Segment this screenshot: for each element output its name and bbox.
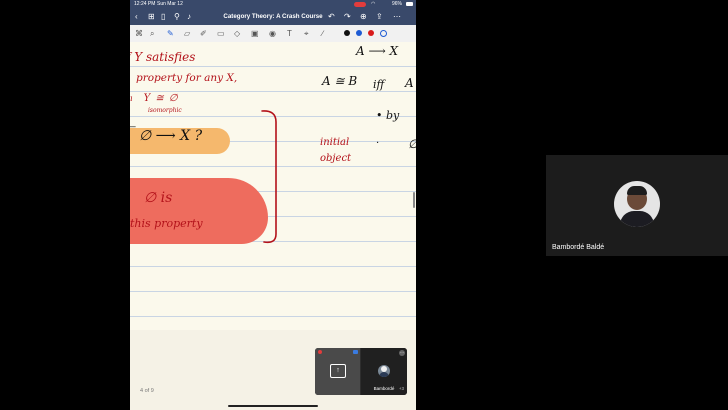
page-number: 4 of 9 [140,388,154,394]
handwriting-object: object [320,153,352,164]
handwriting-a: A [405,76,414,90]
color-swatch-blue[interactable] [356,30,362,36]
handwriting-a-iso-b: A ≅ B [322,74,358,88]
camera-icon[interactable]: ◉ [269,28,276,39]
handwriting-a-to-x: A ⟶ X [356,44,399,58]
handwriting-empty-right: ∅ [408,137,416,151]
document-title: Category Theory: A Crash Course [223,13,323,20]
wifi-icon: ◠ [371,1,376,7]
screen-share-icon: ↑ [330,364,346,378]
handwriting-dash: — [130,122,136,131]
handwriting-empty-is: ∅ is [144,190,173,206]
status-date: Sun Mar 12 [157,1,183,7]
pip-record-icon [318,350,322,354]
battery-icon [406,2,413,6]
handwriting-by: • by [376,109,400,122]
handwriting-isomorphic: isomorphic [148,107,182,114]
handwriting-line-2: property for any X, [136,72,238,84]
battery-label: 96% [392,1,403,7]
page-scroll-indicator[interactable] [413,192,415,208]
meeting-pip-window[interactable]: ↑ ⋯ Bambordé +3 [315,348,407,395]
add-page-icon[interactable]: ⊕ [360,8,367,25]
pen-icon[interactable]: ✎ [167,28,174,39]
handwriting-this-property: this property [130,217,203,230]
pointer-icon[interactable]: ⌖ [304,28,309,39]
redo-icon[interactable]: ↷ [344,8,351,25]
more-tools-icon[interactable]: ∕ [322,28,323,39]
image-icon[interactable]: ▣ [251,28,259,39]
pip-options-icon[interactable]: ⋯ [399,350,405,356]
participant-name: Bambordé Baldé [552,244,605,251]
handwriting-isomorphism: Y ≅ ∅ [143,93,179,104]
color-picker-icon[interactable] [380,30,387,37]
annotation-toolbar: ⌘ ⌕ ✎ ▱ ✐ ▭ ◇ ▣ ◉ T ⌖ ∕ [130,25,416,43]
handwritten-bracket [261,110,277,244]
pip-participant-count: +3 [398,386,404,391]
color-swatch-black[interactable] [344,30,350,36]
red-highlight [130,178,268,244]
app-nav-bar: ‹ ⊞ ▯ ⚲ ♪ Category Theory: A Crash Cours… [130,8,416,25]
handwriting-initial: initial [320,137,350,148]
undo-icon[interactable]: ↶ [328,8,335,25]
participant-tile[interactable]: Bambordé Baldé [546,155,728,256]
share-icon[interactable]: ⇪ [376,8,383,25]
status-time: 12:24 PM [134,1,156,7]
participant-avatar [614,181,660,227]
eraser-icon[interactable]: ▱ [184,28,190,39]
lasso-icon[interactable]: ⌘ [135,28,143,39]
text-icon[interactable]: T [287,28,292,39]
handwriting-iff: iff [373,78,385,91]
handwriting-bullet: · [376,138,380,149]
pip-camera-icon [353,350,358,354]
color-swatch-red[interactable] [368,30,374,36]
handwriting-line-1: f Y satisfies [130,50,196,64]
pip-avatar [378,365,390,377]
more-icon[interactable]: ⋯ [393,8,401,25]
handwriting-question: ∅ ⟶ X ? [139,128,203,144]
home-indicator[interactable] [228,405,318,407]
pip-video-tile[interactable]: ⋯ Bambordé +3 [361,348,407,395]
highlighter-icon[interactable]: ✐ [200,28,207,39]
recording-indicator-icon [354,1,366,7]
pip-screen-share-tile[interactable]: ↑ [315,348,360,395]
ipad-status-bar: 12:24 PM Sun Mar 12 ◠ 96% [130,0,416,8]
handwriting-line-3: ıY ≅ ∅ [130,93,179,104]
tape-icon[interactable]: ▭ [217,28,225,39]
zoom-icon[interactable]: ⌕ [150,28,154,39]
shapes-icon[interactable]: ◇ [234,28,240,39]
